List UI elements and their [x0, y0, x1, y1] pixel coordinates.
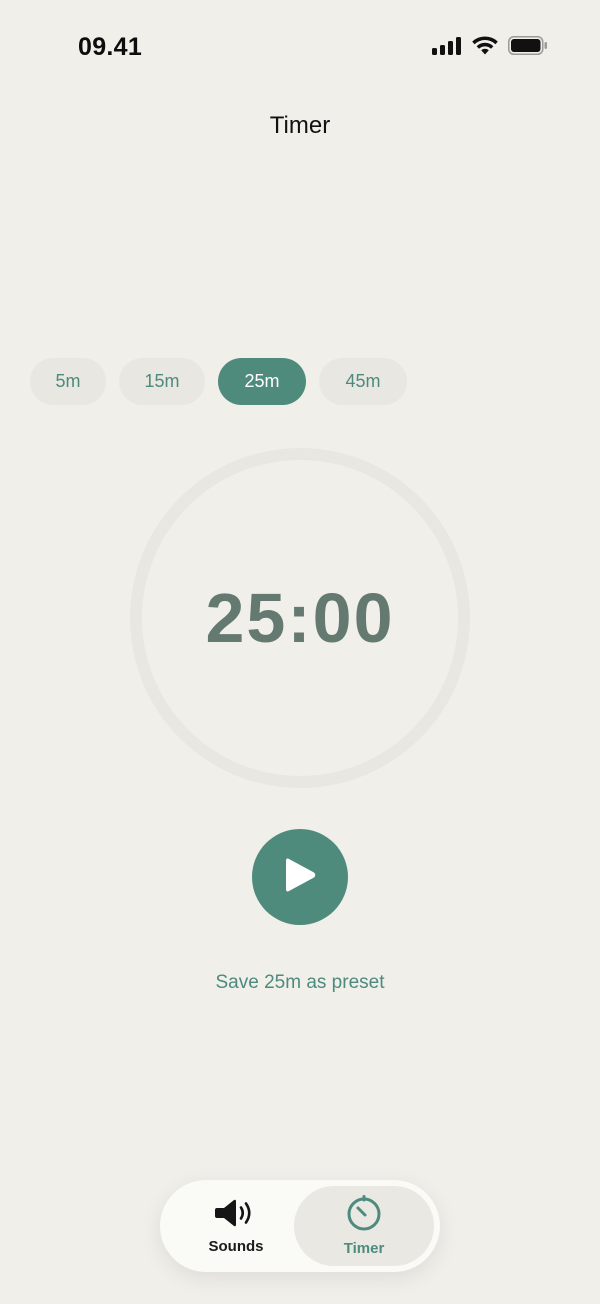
- battery-icon: [508, 36, 548, 60]
- timer-icon: [345, 1195, 383, 1236]
- status-time: 09.41: [78, 33, 143, 61]
- status-bar: 09.41: [0, 0, 600, 90]
- signal-icon: [432, 36, 462, 60]
- tab-timer[interactable]: Timer: [294, 1186, 434, 1266]
- play-button[interactable]: [252, 829, 348, 925]
- tab-bar: Sounds Timer: [160, 1180, 440, 1272]
- preset-chip-5m[interactable]: 5m: [30, 358, 106, 405]
- tab-sounds[interactable]: Sounds: [168, 1186, 304, 1266]
- wifi-icon: [472, 36, 498, 60]
- preset-chips: 5m 15m 25m 45m: [30, 358, 407, 405]
- page-title: Timer: [269, 112, 331, 139]
- tab-label-sounds: Sounds: [208, 1238, 264, 1255]
- preset-chip-45m[interactable]: 45m: [319, 358, 407, 405]
- preset-chip-25m[interactable]: 25m: [218, 358, 306, 405]
- tab-label-timer: Timer: [343, 1240, 385, 1257]
- save-preset-link[interactable]: Save 25m as preset: [0, 972, 600, 994]
- preset-chip-15m[interactable]: 15m: [119, 358, 205, 405]
- status-icons: [432, 36, 548, 60]
- play-icon: [283, 856, 317, 899]
- speaker-icon: [215, 1197, 257, 1234]
- timer-display: 25:00: [205, 579, 395, 657]
- timer-dial: 25:00: [130, 448, 470, 788]
